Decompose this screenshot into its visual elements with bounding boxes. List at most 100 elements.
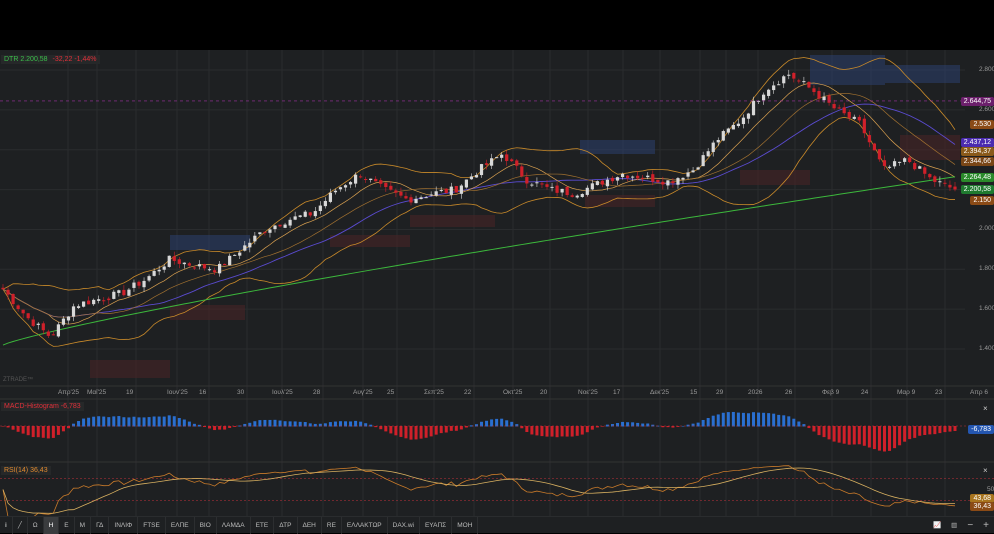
candle bbox=[404, 196, 408, 199]
macd-value: -6,783 bbox=[60, 403, 81, 410]
zoom-out-button[interactable]: − bbox=[962, 517, 978, 534]
toolbar-item[interactable]: ΔΤΡ bbox=[274, 516, 298, 534]
macd-bar bbox=[953, 426, 957, 431]
macd-bar bbox=[837, 426, 841, 443]
candle bbox=[918, 166, 922, 169]
candle bbox=[6, 289, 10, 295]
candle bbox=[318, 205, 322, 212]
macd-bar bbox=[913, 426, 917, 438]
x-tick-label: 2026 bbox=[748, 389, 763, 396]
macd-bar bbox=[706, 418, 710, 427]
info-icon[interactable]: i bbox=[0, 516, 13, 534]
macd-bar bbox=[77, 421, 81, 427]
toolbar-item[interactable]: ΕΛΛΑΚΤΩΡ bbox=[342, 516, 388, 534]
bar-chart-icon[interactable]: ▥ bbox=[946, 517, 962, 534]
toolbar-item[interactable]: Ω bbox=[28, 516, 44, 534]
bottom-toolbar: i ╱ Ω Η Ε Μ ΓΔ ΙΝΛΙΦ FTSE ΕΛΠΕ ΒΙΟ ΛΑΜΔΑ ΕΤΕ ΔΤΡ ΔΕΗ… bbox=[0, 516, 994, 534]
x-tick-label: 26 bbox=[785, 389, 793, 396]
macd-bar bbox=[822, 426, 826, 438]
macd-bar bbox=[424, 426, 428, 438]
macd-bar bbox=[36, 426, 40, 438]
candle bbox=[535, 182, 539, 184]
candle bbox=[248, 242, 252, 248]
macd-bar bbox=[777, 414, 781, 427]
toolbar-item[interactable]: ΒΙΟ bbox=[195, 516, 217, 534]
candle bbox=[177, 259, 181, 264]
toolbar-item[interactable]: ΓΔ bbox=[91, 516, 110, 534]
macd-bar bbox=[847, 426, 851, 445]
candle bbox=[827, 95, 831, 103]
candle bbox=[313, 211, 317, 217]
candle bbox=[87, 300, 91, 305]
candle bbox=[510, 159, 514, 162]
rsi-label: RSI(14) bbox=[4, 467, 29, 474]
x-tick-label: 16 bbox=[199, 389, 207, 396]
candle bbox=[353, 174, 358, 184]
candle bbox=[394, 190, 398, 193]
toolbar-item[interactable]: Ε bbox=[59, 516, 75, 534]
macd-bar bbox=[414, 426, 418, 440]
chart-canvas[interactable] bbox=[0, 50, 994, 516]
toolbar-item[interactable]: ΜΟΗ bbox=[452, 516, 479, 534]
macd-bar bbox=[278, 420, 282, 427]
candle bbox=[223, 263, 227, 266]
macd-bar bbox=[122, 417, 126, 427]
toolbar-item[interactable]: ΔΕΗ bbox=[298, 516, 322, 534]
macd-bar bbox=[454, 426, 458, 431]
x-tick-label: 30 bbox=[237, 389, 245, 396]
candle bbox=[454, 185, 458, 193]
candle bbox=[772, 85, 776, 91]
macd-bar bbox=[933, 426, 937, 435]
toolbar-item[interactable]: RE bbox=[322, 516, 342, 534]
candle bbox=[767, 89, 771, 96]
toolbar-item[interactable]: ΙΝΛΙΦ bbox=[109, 516, 139, 534]
macd-bar bbox=[177, 418, 181, 427]
zone-box bbox=[900, 135, 960, 160]
candle bbox=[1, 287, 5, 290]
candle bbox=[444, 188, 448, 193]
price-tag: 2.530 bbox=[970, 119, 994, 129]
rsi-close-icon[interactable]: × bbox=[983, 466, 988, 475]
candle bbox=[127, 289, 131, 296]
macd-bar bbox=[580, 426, 584, 435]
candle bbox=[746, 113, 751, 119]
zoom-in-button[interactable]: + bbox=[978, 517, 994, 534]
macd-bar bbox=[716, 414, 720, 427]
macd-bar bbox=[394, 426, 398, 436]
toolbar-item[interactable]: DAX.wi bbox=[388, 516, 420, 534]
macd-bar bbox=[560, 426, 564, 437]
macd-bar bbox=[726, 412, 730, 427]
toolbar-item[interactable]: ΕΛΠΕ bbox=[166, 516, 195, 534]
toolbar-item[interactable]: Η bbox=[43, 516, 60, 534]
price-tag: 2.644,75 bbox=[960, 96, 994, 106]
symbol-legend: DTR 2.200,58 -32,22 -1,44% bbox=[1, 55, 100, 64]
macd-bar bbox=[711, 415, 715, 427]
candle bbox=[81, 301, 86, 307]
macd-bar bbox=[585, 426, 589, 433]
candle bbox=[71, 306, 76, 317]
macd-bar bbox=[449, 426, 453, 431]
macd-close-icon[interactable]: × bbox=[983, 404, 988, 413]
candle bbox=[520, 166, 524, 177]
toolbar-item[interactable]: FTSE bbox=[138, 516, 166, 534]
macd-bar bbox=[82, 418, 86, 427]
macd-bar bbox=[127, 417, 131, 427]
chart-area[interactable]: DTR 2.200,58 -32,22 -1,44% ZTRADE™ 2.800… bbox=[0, 50, 994, 533]
candle bbox=[782, 76, 786, 84]
candle bbox=[474, 175, 479, 178]
toolbar-item[interactable]: ΛΑΜΔΑ bbox=[217, 516, 251, 534]
x-tick-label: Μαϊ'25 bbox=[87, 389, 107, 396]
candle bbox=[187, 263, 191, 266]
macd-bar bbox=[550, 426, 554, 437]
candle bbox=[197, 264, 202, 267]
indicators-icon[interactable]: 📈 bbox=[928, 517, 946, 534]
price-tag: 2.437,12 bbox=[960, 138, 994, 148]
toolbar-item[interactable]: Μ bbox=[75, 516, 92, 534]
toolbar-item[interactable]: ΕΥΑΠΣ bbox=[420, 516, 453, 534]
candle bbox=[182, 262, 186, 265]
draw-line-icon[interactable]: ╱ bbox=[13, 516, 28, 534]
candle bbox=[51, 334, 55, 336]
rsi-ma-line bbox=[2, 467, 956, 514]
toolbar-item[interactable]: ΕΤΕ bbox=[251, 516, 275, 534]
candle bbox=[545, 184, 549, 187]
